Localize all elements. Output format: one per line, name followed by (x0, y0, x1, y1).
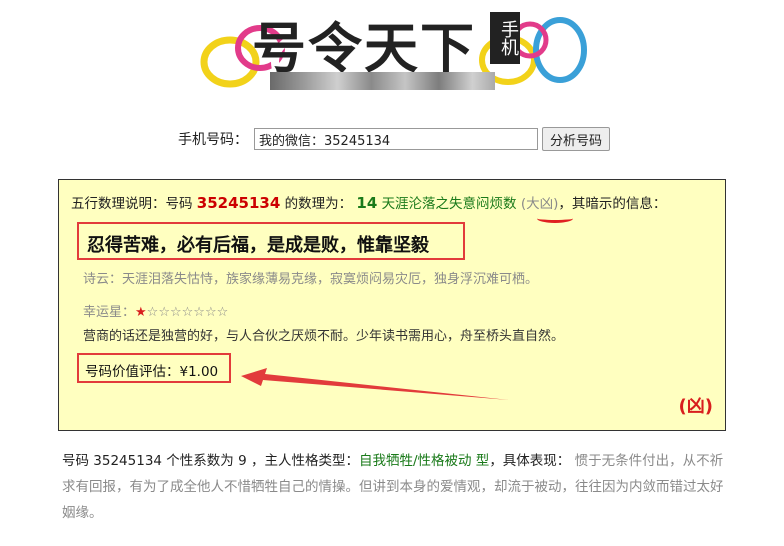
motto-highlight-box: 忍得苦难，必有后福，是成是败，惟靠坚毅 (77, 222, 465, 260)
value-estimate: 号码价值评估：¥1.00 (85, 360, 218, 380)
value-amount: ¥1.00 (179, 364, 219, 380)
red-underline-annotation (537, 214, 573, 223)
intro-suffix: ，其暗示的信息： (558, 196, 667, 212)
poem-text: 诗云：天涯泪落失怙恃，族家缘薄易克缘，寂寞烦闷易灾厄，独身浮沉难可栖。 (83, 272, 539, 287)
phone-search-form: 手机号码： 分析号码 (178, 127, 611, 151)
score-phrase: 天涯沦落之失意闷烦数 (381, 196, 517, 212)
phone-label: 手机号码： (178, 132, 248, 148)
personality-paragraph: 号码 35245134 个性系数为 9 ，主人性格类型：自我牺牲/性格被动 型，… (62, 448, 730, 526)
value-label: 号码价值评估： (85, 364, 180, 380)
verdict-badge: (凶) (678, 396, 713, 417)
logo-blurred-subtitle (270, 72, 495, 90)
star-empty-icon: ☆☆☆☆☆☆☆ (146, 305, 229, 320)
lucky-stars: 幸运星：★☆☆☆☆☆☆☆ (83, 301, 228, 320)
star-filled-icon: ★ (135, 305, 147, 320)
personality-prefix: 号码 35245134 个性系数为 9 ，主人性格类型： (62, 453, 359, 469)
intro-prefix: 五行数理说明：号码 (71, 196, 193, 212)
red-arrow-icon (241, 368, 509, 400)
intro-mid: 的数理为： (284, 196, 353, 212)
analyze-button[interactable]: 分析号码 (542, 127, 611, 151)
personality-type: 自我牺牲/性格被动 型 (358, 453, 490, 469)
result-panel: 五行数理说明：号码 35245134 的数理为： 14 天涯沦落之失意闷烦数 (… (58, 179, 726, 431)
personality-mid: ，具体表现： (489, 453, 571, 469)
phone-number: 35245134 (196, 194, 281, 212)
luck-label: 幸运星： (83, 305, 136, 320)
fortune-tag: (大凶) (520, 196, 559, 212)
value-highlight-box: 号码价值评估：¥1.00 (77, 353, 231, 383)
phone-input[interactable] (254, 128, 538, 150)
personality-desc-grey: 惯于无条件付出，从不 (574, 453, 710, 469)
business-description: 营商的话还是独营的好，与人合伙之厌烦不耐。少年读书需用心，舟至桥头直自然。 (83, 329, 565, 344)
logo-badge: 手机 (490, 12, 520, 64)
motto-text: 忍得苦难，必有后福，是成是败，惟靠坚毅 (87, 235, 429, 256)
score-value: 14 (356, 194, 378, 212)
result-intro: 五行数理说明：号码 35245134 的数理为： 14 天涯沦落之失意闷烦数 (… (71, 192, 666, 212)
